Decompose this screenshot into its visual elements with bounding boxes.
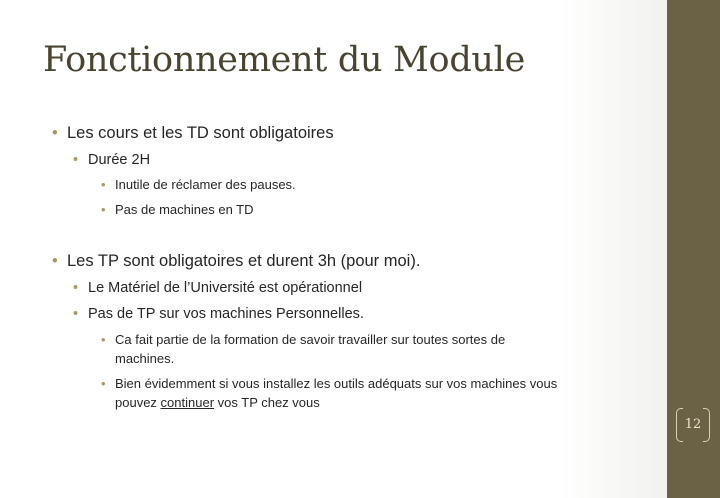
bullet-marker: • <box>52 124 58 142</box>
underlined-continuer: continuer <box>160 395 215 410</box>
bullet-item-pas-tp-perso: Pas de TP sur vos machines Personnelles. <box>88 306 364 322</box>
bullet-marker: • <box>52 252 58 270</box>
bullet-item-cours-td: Les cours et les TD sont obligatoires <box>67 124 334 142</box>
bullet-marker: • <box>101 376 106 391</box>
bullet-item-tp: Les TP sont obligatoires et durent 3h (p… <box>67 252 421 270</box>
bullet-item-pauses: Inutile de réclamer des pauses. <box>115 177 296 192</box>
bullet-marker: • <box>101 202 106 217</box>
text-pouvez: pouvez <box>115 395 161 410</box>
page-number: 12 <box>684 417 702 432</box>
text-vos-tp: vos TP chez vous <box>214 395 320 410</box>
bullet-marker: • <box>73 306 79 322</box>
bullet-marker: • <box>73 152 79 168</box>
bullet-item-outils-line1: Bien évidemment si vous installez les ou… <box>115 376 558 391</box>
bullet-item-outils-line2: pouvez continuer vos TP chez vous <box>115 395 320 410</box>
bullet-item-formation-line2: machines. <box>115 351 175 366</box>
bullet-item-formation-line1: Ca fait partie de la formation de savoir… <box>115 332 506 347</box>
page-number-box: 12 <box>668 404 718 446</box>
slide: Fonctionnement du Module • Les cours et … <box>0 0 720 498</box>
bullet-item-duree: Durée 2H <box>88 152 151 168</box>
bullet-marker: • <box>101 332 106 347</box>
bullet-item-pas-machines-td: Pas de machines en TD <box>115 202 254 217</box>
bullet-marker: • <box>101 177 106 192</box>
bullet-item-materiel: Le Matériel de l’Université est opératio… <box>88 280 363 296</box>
bullet-marker: • <box>73 280 79 296</box>
slide-title: Fonctionnement du Module <box>43 40 525 80</box>
